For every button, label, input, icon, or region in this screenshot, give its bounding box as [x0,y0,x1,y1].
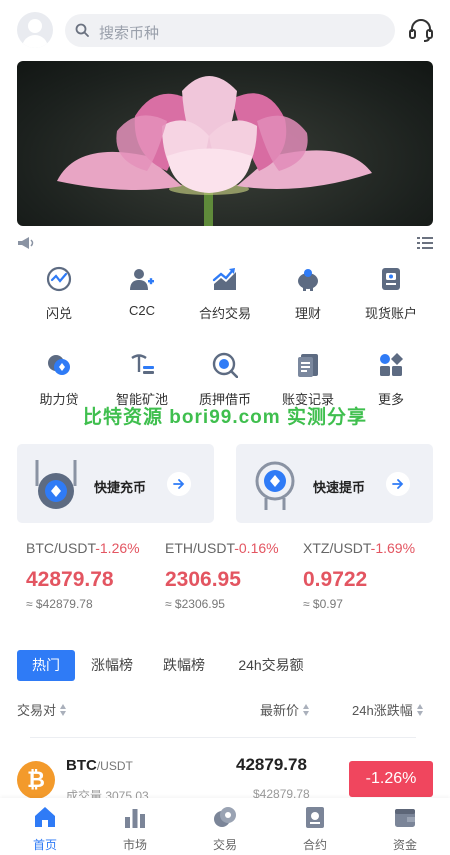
menu-item-label: C2C [128,303,155,318]
piggy-bank-icon [298,269,318,291]
user-avatar-icon[interactable] [17,12,53,48]
tab-hot[interactable]: 热门 [17,650,75,681]
quick-deposit-label: 快捷充币 [94,480,147,495]
bar-chart-icon [125,809,145,828]
ticker-usd-value: ≈ $0.97 [303,597,343,611]
ticker-btc[interactable]: BTC/USDT-1.26% 42879.78 ≈ $42879.78 [26,540,166,620]
bitcoin-icon: ₿ [17,761,55,799]
market-row-btc[interactable]: ₿ BTC/USDT 成交量 3075.03 42879.78 $42879.7… [17,755,433,803]
ticker-pair: ETH/USDT-0.16% [165,540,279,556]
quick-withdraw-label: 快速提币 [313,480,366,495]
nav-market[interactable]: 市场 [90,798,180,855]
nav-label: 资金 [392,838,417,852]
search-placeholder: 搜索币种 [99,25,160,42]
headset-icon[interactable] [408,18,434,42]
menu-item-wealth[interactable]: 理财 [266,262,350,332]
tab-gainers[interactable]: 涨幅榜 [83,650,141,681]
row-pair: BTC/USDT [66,757,133,774]
nav-trade[interactable]: 交易 [180,798,270,855]
bottom-nav: 首页 市场 交易 合约 资金 [0,798,450,855]
arrow-right-icon [386,472,410,496]
arrow-right-icon [167,472,191,496]
ticker-usd-value: ≈ $42879.78 [26,597,93,611]
ticker-eth[interactable]: ETH/USDT-0.16% 2306.95 ≈ $2306.95 [165,540,305,620]
home-icon [35,807,55,827]
sort-icon [416,703,424,717]
megaphone-icon [18,237,34,249]
more-grid-icon [380,353,403,376]
ticker-pair: XTZ/USDT-1.69% [303,540,416,556]
quick-withdraw-card[interactable]: 快速提币 [236,444,433,523]
sort-icon [303,703,310,717]
divider [30,737,416,738]
withdraw-coin-icon [255,461,295,510]
ticker-pair: BTC/USDT-1.26% [26,540,140,556]
pickaxe-icon [131,354,154,374]
ledger-icon [298,354,318,377]
menu-item-contract-trade[interactable]: 合约交易 [183,262,267,332]
nav-home[interactable]: 首页 [0,798,90,855]
menu-item-spot-account[interactable]: 现货账户 [349,262,433,332]
menu-item-label: 现货账户 [364,306,417,321]
ticker-price: 0.9722 [303,568,368,591]
deposit-coin-icon [35,460,77,509]
trend-chart-icon [212,268,236,290]
search-icon [75,23,89,37]
tab-losers[interactable]: 跌幅榜 [155,650,213,681]
contract-icon [306,807,324,828]
wallet-card-icon [382,268,400,290]
ticker-change: -1.26% [95,540,140,556]
nav-label: 交易 [212,838,237,852]
nav-label: 市场 [122,838,147,852]
column-pair[interactable]: 交易对 [17,700,67,719]
notice-bar[interactable] [17,234,433,252]
ticker-price: 42879.78 [26,568,114,591]
menu-item-label: 理财 [294,306,321,321]
wallet-icon [395,809,415,827]
menu-item-c2c[interactable]: C2C [100,262,184,332]
nav-label: 首页 [32,838,57,852]
lotus-flower-image [57,76,372,226]
search-input[interactable]: 搜索币种 [65,14,395,47]
coins-icon [214,807,236,827]
ticker-usd-value: ≈ $2306.95 [165,597,225,611]
nav-contract[interactable]: 合约 [270,798,360,855]
quick-deposit-card[interactable]: 快捷充币 [17,444,214,523]
ticker-change: -1.69% [370,540,416,556]
user-plus-icon [130,269,154,290]
loan-coin-icon [48,355,70,375]
row-last-price: 42879.78 [236,755,307,774]
tab-24h-volume[interactable]: 24h交易额 [229,650,313,681]
nav-label: 合约 [302,838,327,852]
nav-funds[interactable]: 资金 [360,798,450,855]
market-column-headers: 交易对 最新价 24h涨跌幅 [17,699,433,719]
swap-gauge-icon [46,266,72,292]
target-coin-icon [212,352,238,378]
ticker-xtz[interactable]: XTZ/USDT-1.69% 0.9722 ≈ $0.97 [303,540,443,620]
list-icon[interactable] [417,236,433,250]
watermark-text: 比特资源 bori99.com 实测分享 [83,407,367,428]
column-24h-change[interactable]: 24h涨跌幅 [352,700,424,719]
ticker-change: -0.16% [234,540,279,556]
ticker-price: 2306.95 [165,568,241,591]
promo-banner[interactable] [17,61,433,226]
column-last-price[interactable]: 最新价 [260,700,310,719]
menu-item-label: 合约交易 [198,306,251,321]
menu-item-flash-swap[interactable]: 闪兑 [17,262,101,332]
row-change-badge[interactable]: -1.26% [349,761,433,797]
menu-item-label: 闪兑 [45,306,72,321]
app-header: 搜索币种 [0,0,450,60]
sort-icon [60,703,67,717]
